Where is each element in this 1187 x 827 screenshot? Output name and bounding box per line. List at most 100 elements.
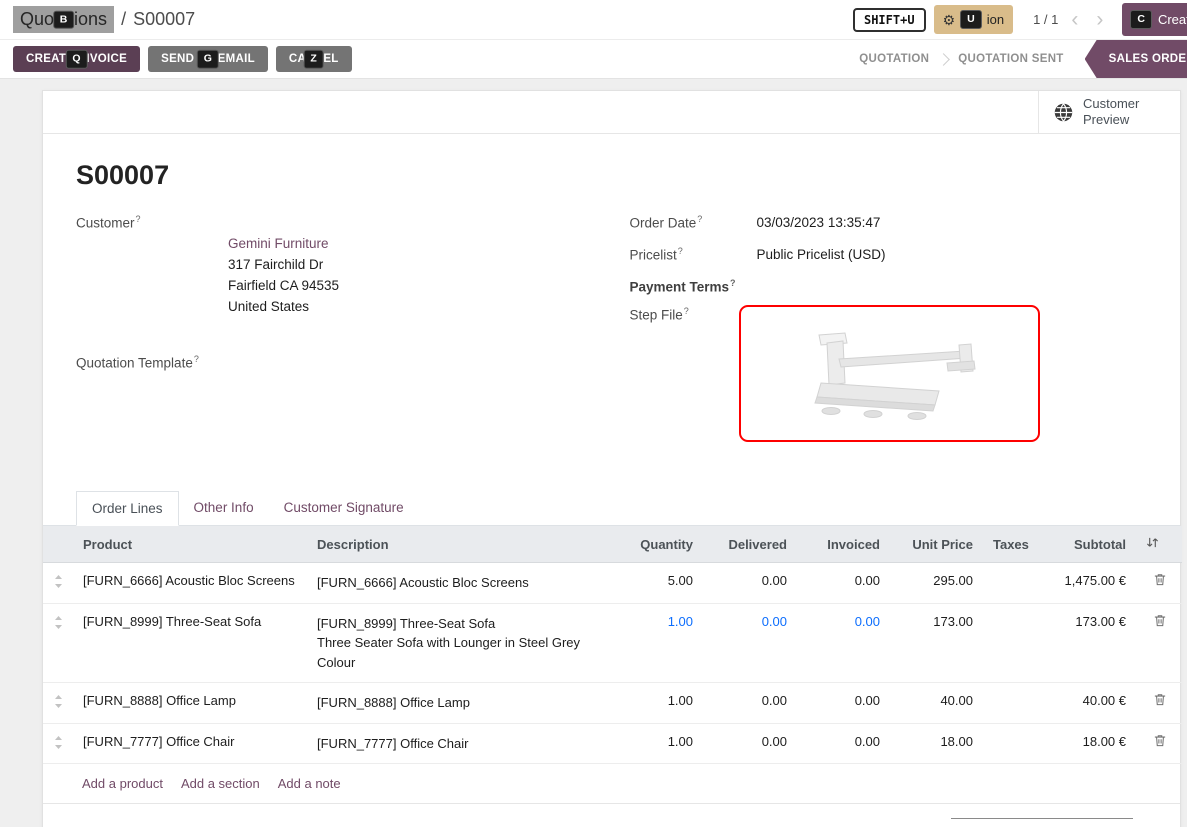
help-icon: ?	[136, 214, 141, 224]
header-unit-price: Unit Price	[890, 526, 983, 563]
cell-taxes[interactable]	[983, 603, 1029, 683]
action-bar: CREATE INVOICE Q SEND BY EMAIL G CANCEL …	[0, 40, 1187, 79]
delete-row-button[interactable]	[1136, 603, 1182, 683]
order-line-row: [FURN_7777] Office Chair [FURN_7777] Off…	[43, 723, 1182, 764]
send-by-email-button[interactable]: SEND BY EMAIL G	[148, 46, 268, 72]
cell-delivered[interactable]: 0.00	[703, 723, 797, 764]
cell-invoiced[interactable]: 0.00	[797, 603, 890, 683]
customer-link[interactable]: Gemini Furniture	[228, 236, 329, 251]
pricelist-value[interactable]: Public Pricelist (USD)	[757, 245, 1148, 266]
tab-order-lines[interactable]: Order Lines	[76, 491, 179, 526]
action-menu-label: ion	[987, 12, 1004, 27]
field-customer: Customer? Gemini Furniture 317 Fairchild…	[76, 213, 594, 339]
cell-taxes[interactable]	[983, 563, 1029, 604]
add-a-section-link[interactable]: Add a section	[181, 776, 260, 791]
cell-product[interactable]: [FURN_8888] Office Lamp	[73, 683, 307, 724]
cell-product[interactable]: [FURN_8999] Three-Seat Sofa	[73, 603, 307, 683]
order-line-row: [FURN_8888] Office Lamp [FURN_8888] Offi…	[43, 683, 1182, 724]
header-subtotal: Subtotal	[1029, 526, 1136, 563]
quotation-template-value[interactable]	[228, 353, 594, 371]
help-icon: ?	[194, 354, 199, 364]
order-line-row: [FURN_8999] Three-Seat Sofa [FURN_8999] …	[43, 603, 1182, 683]
cell-taxes[interactable]	[983, 723, 1029, 764]
drag-handle-icon	[54, 695, 63, 708]
shortcut-badge-c: C	[1130, 10, 1152, 29]
sheet-footer: Terms and conditions... Total: 1,706.00 …	[76, 804, 1147, 827]
shortcut-badge-u: U	[960, 10, 982, 29]
cell-description[interactable]: [FURN_8999] Three-Seat Sofa Three Seater…	[307, 603, 613, 683]
cell-quantity[interactable]: 1.00	[613, 603, 703, 683]
cell-invoiced[interactable]: 0.00	[797, 563, 890, 604]
customer-value[interactable]: Gemini Furniture 317 Fairchild Dr Fairfi…	[228, 213, 594, 339]
pager-previous-button[interactable]: ‹	[1066, 9, 1083, 30]
cell-quantity[interactable]: 1.00	[613, 723, 703, 764]
customer-preview-link[interactable]: Customer Preview	[1038, 91, 1180, 133]
tab-customer-signature[interactable]: Customer Signature	[269, 491, 419, 525]
create-invoice-button[interactable]: CREATE INVOICE Q	[13, 46, 140, 72]
terms-and-conditions-input[interactable]: Terms and conditions...	[76, 818, 210, 827]
row-drag-handle[interactable]	[43, 723, 73, 764]
tab-other-info[interactable]: Other Info	[179, 491, 269, 525]
form-sheet: Customer Preview S00007 Customer? Gemini…	[42, 90, 1181, 827]
stage-quotation[interactable]: QUOTATION	[844, 53, 944, 65]
delete-row-button[interactable]	[1136, 723, 1182, 764]
header-quantity: Quantity	[613, 526, 703, 563]
breadcrumb-quotations[interactable]: Quotations B	[13, 6, 114, 33]
order-date-value[interactable]: 03/03/2023 13:35:47	[757, 213, 1148, 234]
cell-description[interactable]: [FURN_7777] Office Chair	[307, 723, 613, 764]
pager-next-button[interactable]: ›	[1091, 9, 1108, 30]
cell-unit-price[interactable]: 18.00	[890, 723, 983, 764]
create-button[interactable]: C Create	[1122, 3, 1187, 36]
help-icon: ?	[684, 306, 689, 316]
trash-icon	[1154, 614, 1166, 627]
cell-subtotal: 1,475.00 €	[1029, 563, 1136, 604]
optional-columns-button[interactable]	[1136, 526, 1182, 563]
cell-delivered[interactable]: 0.00	[703, 603, 797, 683]
cell-unit-price[interactable]: 173.00	[890, 603, 983, 683]
add-a-product-link[interactable]: Add a product	[82, 776, 163, 791]
header-invoiced: Invoiced	[797, 526, 890, 563]
shortcut-badge-g: G	[197, 50, 219, 69]
action-menu-button[interactable]: ⚙ U ion	[934, 5, 1014, 34]
header-delivered: Delivered	[703, 526, 797, 563]
pager-count: 1 / 1	[1033, 12, 1058, 27]
drag-handle-icon	[54, 575, 63, 588]
drag-handle-icon	[54, 616, 63, 629]
top-navigation-bar: Quotations B / S00007 SHIFT+U ⚙ U ion 1 …	[0, 0, 1187, 40]
order-date-label: Order Date?	[630, 213, 757, 234]
statusbar: QUOTATION QUOTATION SENT SALES ORDER	[844, 40, 1187, 78]
cancel-button[interactable]: CANCEL Z	[276, 46, 352, 72]
trash-icon	[1154, 573, 1166, 586]
step-file-preview-box[interactable]	[739, 305, 1040, 442]
row-drag-handle[interactable]	[43, 603, 73, 683]
cell-description[interactable]: [FURN_6666] Acoustic Bloc Screens	[307, 563, 613, 604]
field-order-date: Order Date? 03/03/2023 13:35:47	[630, 213, 1148, 234]
cell-delivered[interactable]: 0.00	[703, 563, 797, 604]
stage-quotation-sent[interactable]: QUOTATION SENT	[943, 53, 1078, 65]
cell-quantity[interactable]: 1.00	[613, 683, 703, 724]
payment-terms-value[interactable]	[757, 277, 1148, 295]
cell-invoiced[interactable]: 0.00	[797, 683, 890, 724]
add-a-note-link[interactable]: Add a note	[278, 776, 341, 791]
breadcrumb-current: S00007	[133, 9, 195, 30]
stage-sales-order-active[interactable]: SALES ORDER	[1085, 40, 1187, 78]
cell-unit-price[interactable]: 40.00	[890, 683, 983, 724]
delete-row-button[interactable]	[1136, 563, 1182, 604]
customer-label: Customer?	[76, 213, 228, 339]
trash-icon	[1154, 734, 1166, 747]
cell-delivered[interactable]: 0.00	[703, 683, 797, 724]
row-drag-handle[interactable]	[43, 563, 73, 604]
cell-invoiced[interactable]: 0.00	[797, 723, 890, 764]
cell-quantity[interactable]: 5.00	[613, 563, 703, 604]
topbar-controls: SHIFT+U ⚙ U ion 1 / 1 ‹ › C Create	[853, 3, 1187, 36]
cell-product[interactable]: [FURN_7777] Office Chair	[73, 723, 307, 764]
cell-description[interactable]: [FURN_8888] Office Lamp	[307, 683, 613, 724]
cell-unit-price[interactable]: 295.00	[890, 563, 983, 604]
cell-product[interactable]: [FURN_6666] Acoustic Bloc Screens	[73, 563, 307, 604]
row-drag-handle[interactable]	[43, 683, 73, 724]
cell-taxes[interactable]	[983, 683, 1029, 724]
cell-subtotal: 18.00 €	[1029, 723, 1136, 764]
sheet-header-strip: Customer Preview	[43, 91, 1180, 134]
customer-preview-label: Customer Preview	[1083, 96, 1153, 129]
delete-row-button[interactable]	[1136, 683, 1182, 724]
